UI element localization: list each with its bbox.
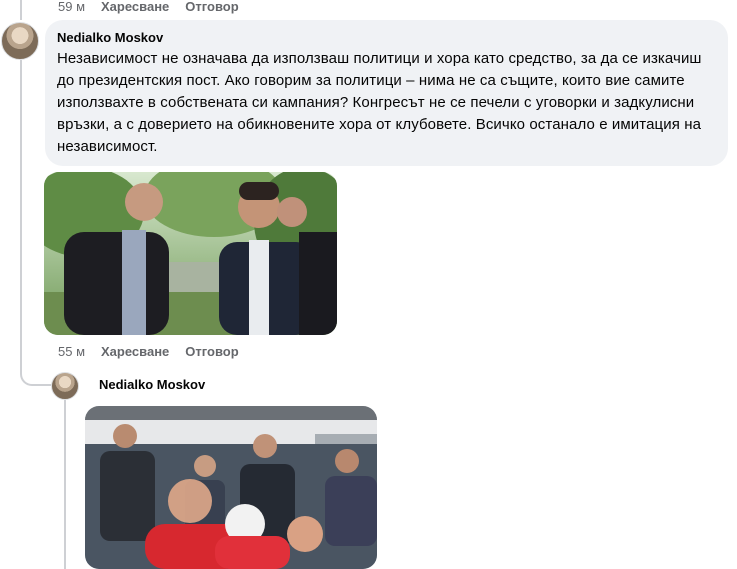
comment-text: Независимост не означава да използваш по… xyxy=(57,50,702,155)
avatar[interactable] xyxy=(1,22,39,60)
reply-thread-line xyxy=(64,400,66,569)
top-comment-actions: 59 м Харесване Отговор xyxy=(58,0,239,14)
reply-button[interactable]: Отговор xyxy=(185,344,238,359)
photo-stadium-crowd-icon xyxy=(85,406,377,569)
reply-photo[interactable] xyxy=(85,406,377,569)
comment-author[interactable]: Nedialko Moskov xyxy=(57,29,716,46)
like-button[interactable]: Харесване xyxy=(101,0,169,14)
reply-avatar[interactable] xyxy=(51,372,79,400)
like-button[interactable]: Харесване xyxy=(101,344,169,359)
timestamp[interactable]: 55 м xyxy=(58,344,85,359)
thread-line-vertical-long xyxy=(20,60,22,370)
comment-actions: 55 м Харесване Отговор xyxy=(58,344,239,359)
thread-line-curve xyxy=(20,360,52,386)
comment-bubble: Nedialko Moskov Независимост не означава… xyxy=(45,20,728,166)
reply-author[interactable]: Nedialko Moskov xyxy=(99,376,205,393)
thread-line-vertical xyxy=(20,0,22,20)
timestamp[interactable]: 59 м xyxy=(58,0,85,14)
reply-button[interactable]: Отговор xyxy=(185,0,238,14)
photo-men-in-suits-park-icon xyxy=(44,172,337,335)
comment-photo[interactable] xyxy=(44,172,337,335)
